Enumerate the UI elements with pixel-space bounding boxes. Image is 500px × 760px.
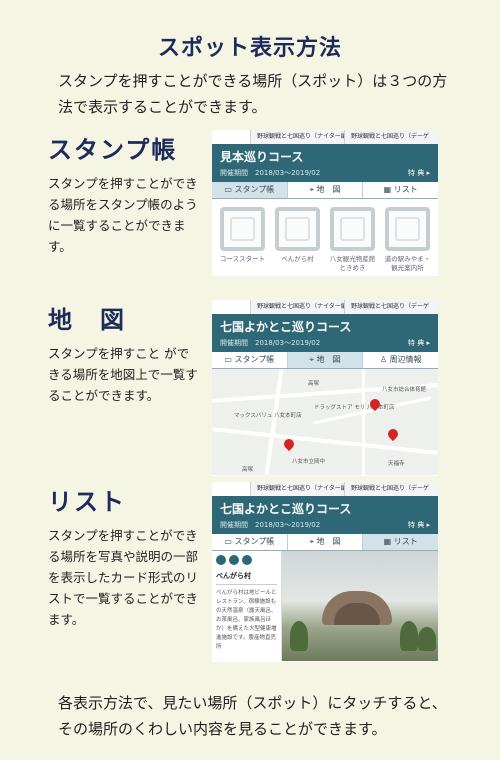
perk-button[interactable]: 特 典 ▸	[408, 338, 430, 348]
spot-description: べんがら村は地ビールとレストラン、宿棟施設もの天然温泉（露天風呂、お茶風呂、家族…	[216, 590, 277, 650]
course-header: 見本巡りコース 開催期間 2018/03〜2019/02 特 典 ▸	[212, 144, 438, 182]
map-screen: 野球観戦と七国巡り（ナイター編） 野球観戦と七国巡り（デーゲ 七国よかとこ巡りコ…	[212, 300, 438, 476]
tab-list[interactable]: ▦ リスト	[362, 534, 438, 550]
mode-tabs: ▭ スタンプ帳 ⌖ 地 図 ♙ 周辺情報	[212, 352, 438, 369]
course-period: 開催期間 2018/03〜2019/02	[220, 339, 321, 347]
map-label: 八女市総合体育館	[382, 387, 427, 393]
grid-icon: ▦	[383, 537, 392, 546]
course-tab[interactable]: 野球観戦と七国巡り（ナイター編）	[250, 130, 344, 144]
tab-stampbook[interactable]: ▭ スタンプ帳	[212, 182, 287, 198]
map-pin-icon: ⌖	[309, 355, 314, 364]
stamp-slot[interactable]: 道の駅みやま・観光案内所	[383, 207, 432, 273]
feature-icons	[216, 555, 277, 565]
course-tabs: 野球観戦と七国巡り（ナイター編） 野球観戦と七国巡り（デーゲ	[212, 482, 438, 496]
perk-button[interactable]: 特 典 ▸	[408, 168, 430, 178]
map-label: マックスバリュ 八女本町店	[234, 413, 302, 419]
course-tabs: 野球観戦と七国巡り（ナイター編） 野球観戦と七国巡り（デーゲ	[212, 300, 438, 314]
section-title-stampbook: スタンプ帳	[48, 136, 178, 164]
page-title: スポット表示方法	[157, 36, 342, 61]
course-period: 開催期間 2018/03〜2019/02	[220, 169, 321, 177]
map-label: 高塚	[308, 381, 320, 387]
map-view[interactable]: 高塚 八女市総合体育館 ドラッグストア モリ 八女本町店 マックスバリュ 八女本…	[212, 369, 438, 475]
mode-tabs: ▭ スタンプ帳 ⌖ 地 図 ▦ リスト	[212, 182, 438, 199]
map-label: 天福寺	[388, 461, 405, 467]
book-icon: ▭	[224, 537, 232, 546]
outro-text: 各表示方法で、見たい場所（スポット）にタッチすると、その場所のくわしい内容を見る…	[58, 694, 447, 738]
stamp-grid: コーススタート べんがら村 八女観光物産館ときめき 道の駅みやま・観光案内所	[212, 199, 438, 276]
map-pin-icon[interactable]	[385, 426, 401, 442]
grid-icon: ▦	[383, 185, 392, 194]
tab-map[interactable]: ⌖ 地 図	[286, 352, 363, 368]
course-tab[interactable]: 野球観戦と七国巡り（ナイター編）	[250, 482, 344, 496]
stampbook-screen: 野球観戦と七国巡り（ナイター編） 野球観戦と七国巡り（デーゲ 見本巡りコース 開…	[212, 130, 438, 276]
course-header: 七国よかとこ巡りコース 開催期間 2018/03〜2019/02 特 典 ▸	[212, 314, 438, 352]
map-label: 高塚	[242, 467, 254, 473]
course-tab[interactable]: 野球観戦と七国巡り（ナイター編）	[250, 300, 344, 314]
map-pin-icon: ⌖	[309, 185, 314, 194]
course-name: 七国よかとこ巡りコース	[220, 320, 352, 334]
course-tab[interactable]: 野球観戦と七国巡り（デーゲ	[344, 130, 438, 144]
parking-icon	[216, 555, 226, 565]
course-header: 七国よかとこ巡りコース 開催期間 2018/03〜2019/02 特 典 ▸	[212, 496, 438, 534]
restroom-icon	[242, 555, 252, 565]
stamp-slot[interactable]: 八女観光物産館ときめき	[328, 207, 377, 273]
tab-stampbook[interactable]: ▭ スタンプ帳	[212, 534, 287, 550]
tab-stampbook[interactable]: ▭ スタンプ帳	[212, 352, 287, 368]
stamp-slot[interactable]: べんがら村	[273, 207, 322, 273]
book-icon: ▭	[224, 185, 232, 194]
course-tab[interactable]: 野球観戦と七国巡り（デーゲ	[344, 482, 438, 496]
tab-nearby[interactable]: ♙ 周辺情報	[362, 352, 438, 368]
spot-photo	[282, 551, 438, 661]
map-label: ドラッグストア モリ 八女本町店	[314, 405, 395, 411]
section-title-list: リスト	[48, 488, 126, 516]
mode-tabs: ▭ スタンプ帳 ⌖ 地 図 ▦ リスト	[212, 534, 438, 551]
course-period: 開催期間 2018/03〜2019/02	[220, 521, 321, 529]
section-desc-list: スタンプを押すことができる場所を写真や説明の一部を表示したカード形式のリストで一…	[48, 528, 199, 627]
course-tab[interactable]: 野球観戦と七国巡り（デーゲ	[344, 300, 438, 314]
book-icon: ▭	[224, 355, 232, 364]
perk-button[interactable]: 特 典 ▸	[408, 520, 430, 530]
tab-map[interactable]: ⌖ 地 図	[286, 182, 363, 198]
info-icon	[229, 555, 239, 565]
course-name: 見本巡りコース	[220, 150, 304, 164]
person-icon: ♙	[379, 355, 387, 364]
section-desc-stampbook: スタンプを押すことができる場所をスタンプ帳のように一覧することができます。	[48, 176, 198, 254]
spot-name: べんがら村	[216, 571, 277, 585]
intro-text: スタンプを押すことができる場所（スポット）は３つの方法で表示することができます。	[58, 72, 448, 116]
list-screen: 野球観戦と七国巡り（ナイター編） 野球観戦と七国巡り（デーゲ 七国よかとこ巡りコ…	[212, 482, 438, 662]
course-name: 七国よかとこ巡りコース	[220, 502, 352, 516]
course-tabs: 野球観戦と七国巡り（ナイター編） 野球観戦と七国巡り（デーゲ	[212, 130, 438, 144]
section-desc-map: スタンプを押すこと ができる場所を地図上で一覧することができます。	[48, 346, 198, 403]
map-pin-icon: ⌖	[309, 537, 314, 546]
tab-list[interactable]: ▦ リスト	[362, 182, 438, 198]
stamp-slot[interactable]: コーススタート	[218, 207, 267, 273]
map-label: 八女市立岡中	[292, 459, 326, 465]
section-title-map: 地 図	[48, 306, 126, 334]
list-card[interactable]: べんがら村 べんがら村は地ビールとレストラン、宿棟施設もの天然温泉（露天風呂、お…	[212, 551, 438, 661]
tab-map[interactable]: ⌖ 地 図	[286, 534, 363, 550]
